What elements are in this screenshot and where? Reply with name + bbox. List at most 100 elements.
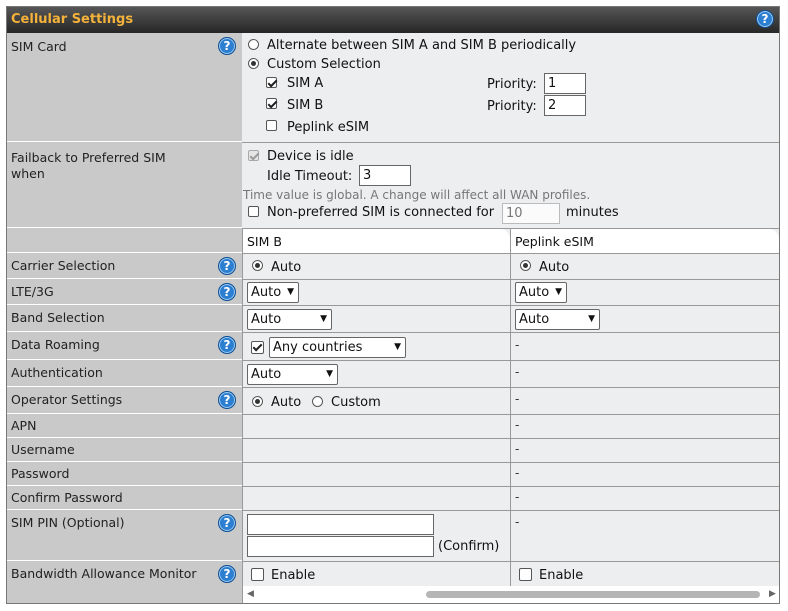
cellular-settings-panel: Cellular Settings ? SIM Card ? Failback … bbox=[6, 6, 780, 604]
sim-b-auth-select[interactable]: Auto ▼ bbox=[247, 364, 338, 385]
alternate-sim-label: Alternate between SIM A and SIM B period… bbox=[267, 38, 577, 53]
idle-timeout-input[interactable]: 3 bbox=[359, 165, 411, 186]
column-divider bbox=[242, 229, 243, 603]
esim-password-value: - bbox=[515, 466, 520, 480]
scroll-left-icon[interactable]: ◀ bbox=[247, 589, 254, 599]
divider bbox=[242, 360, 779, 361]
sim-b-pin-input[interactable] bbox=[247, 514, 434, 535]
label-header-spacer bbox=[7, 228, 242, 253]
sim-b-operator-auto-radio[interactable] bbox=[252, 396, 263, 407]
divider bbox=[242, 414, 779, 415]
label-band-selection: Band Selection bbox=[7, 305, 242, 332]
esim-bandwidth-label: Enable bbox=[539, 568, 584, 583]
chevron-down-icon: ▼ bbox=[588, 314, 595, 324]
help-icon[interactable]: ? bbox=[218, 391, 236, 409]
esim-auth-value: - bbox=[515, 365, 520, 379]
sim-b-band-select[interactable]: Auto ▼ bbox=[247, 309, 332, 330]
esim-band-select[interactable]: Auto ▼ bbox=[515, 309, 600, 330]
divider bbox=[242, 561, 779, 562]
esim-bandwidth-checkbox[interactable] bbox=[519, 568, 532, 581]
esim-checkbox[interactable] bbox=[266, 120, 277, 131]
label-apn: APN bbox=[7, 414, 242, 438]
sim-b-operator-auto-label: Auto bbox=[271, 395, 302, 410]
horizontal-scrollbar[interactable]: ◀ ▶ bbox=[243, 586, 779, 603]
help-icon[interactable]: ? bbox=[218, 37, 236, 55]
sim-b-operator-custom-radio[interactable] bbox=[312, 396, 323, 407]
section-title-bar: Cellular Settings ? bbox=[7, 7, 779, 33]
help-icon[interactable]: ? bbox=[218, 565, 236, 583]
help-icon[interactable]: ? bbox=[218, 283, 236, 301]
priority-b-label: Priority: bbox=[487, 99, 537, 114]
chevron-down-icon: ▼ bbox=[326, 369, 333, 379]
label-carrier-selection: Carrier Selection ? bbox=[7, 253, 242, 279]
sim-b-carrier-auto-label: Auto bbox=[271, 260, 302, 275]
label-lte-3g: LTE/3G ? bbox=[7, 279, 242, 305]
tab-peplink-esim[interactable]: Peplink eSIM bbox=[511, 229, 779, 253]
sim-b-bandwidth-label: Enable bbox=[271, 568, 316, 583]
priority-b-input[interactable]: 2 bbox=[544, 95, 586, 116]
sim-a-label: SIM A bbox=[287, 76, 324, 91]
label-sim-pin: SIM PIN (Optional) ? bbox=[7, 510, 242, 561]
chevron-down-icon: ▼ bbox=[320, 314, 327, 324]
help-icon[interactable]: ? bbox=[218, 336, 236, 354]
device-idle-checkbox bbox=[248, 150, 259, 161]
scrollbar-thumb[interactable] bbox=[426, 591, 760, 598]
esim-carrier-auto-label: Auto bbox=[539, 260, 570, 275]
label-sim-card: SIM Card ? bbox=[7, 33, 242, 142]
esim-operator-value: - bbox=[515, 392, 520, 406]
priority-a-label: Priority: bbox=[487, 77, 537, 92]
device-idle-label: Device is idle bbox=[267, 149, 354, 164]
help-icon[interactable]: ? bbox=[756, 10, 774, 28]
label-confirm-password: Confirm Password bbox=[7, 486, 242, 510]
custom-selection-radio[interactable] bbox=[248, 58, 259, 69]
divider bbox=[242, 462, 779, 463]
sim-b-operator-custom-label: Custom bbox=[331, 395, 381, 410]
esim-lte-select[interactable]: Auto ▼ bbox=[515, 282, 567, 303]
sim-b-bandwidth-checkbox[interactable] bbox=[251, 568, 264, 581]
divider bbox=[242, 253, 779, 254]
sim-b-lte-select[interactable]: Auto ▼ bbox=[247, 282, 299, 303]
esim-apn-value: - bbox=[515, 418, 520, 432]
esim-carrier-auto-radio[interactable] bbox=[520, 260, 531, 271]
scroll-right-icon[interactable]: ▶ bbox=[769, 589, 776, 599]
sim-b-label: SIM B bbox=[287, 98, 324, 113]
esim-confirm-password-value: - bbox=[515, 490, 520, 504]
divider bbox=[242, 486, 779, 487]
sim-b-carrier-auto-radio[interactable] bbox=[252, 260, 263, 271]
divider bbox=[242, 387, 779, 388]
sim-b-roaming-select[interactable]: Any countries ▼ bbox=[269, 337, 406, 358]
label-failback: Failback to Preferred SIM when bbox=[7, 142, 242, 228]
esim-roaming-value: - bbox=[515, 338, 520, 352]
esim-pin-value: - bbox=[515, 515, 520, 529]
global-note: Time value is global. A change will affe… bbox=[243, 188, 591, 202]
sim-b-pin-confirm-input[interactable] bbox=[247, 536, 434, 557]
sim-a-checkbox[interactable] bbox=[266, 77, 277, 88]
divider bbox=[242, 142, 779, 143]
help-icon[interactable]: ? bbox=[218, 257, 236, 275]
sim-b-checkbox[interactable] bbox=[266, 98, 277, 109]
divider bbox=[242, 279, 779, 280]
alternate-sim-radio[interactable] bbox=[248, 39, 259, 50]
non-preferred-checkbox[interactable] bbox=[248, 206, 259, 217]
divider bbox=[242, 438, 779, 439]
label-operator-settings: Operator Settings ? bbox=[7, 387, 242, 414]
chevron-down-icon: ▼ bbox=[394, 342, 401, 352]
minutes-label: minutes bbox=[566, 205, 619, 220]
chevron-down-icon: ▼ bbox=[287, 287, 294, 297]
tab-sim-b[interactable]: SIM B bbox=[243, 229, 510, 253]
label-data-roaming: Data Roaming ? bbox=[7, 332, 242, 360]
custom-selection-label: Custom Selection bbox=[267, 57, 381, 72]
non-preferred-minutes-input[interactable]: 10 bbox=[502, 203, 560, 224]
esim-username-value: - bbox=[515, 442, 520, 456]
section-title: Cellular Settings bbox=[11, 12, 134, 27]
esim-label: Peplink eSIM bbox=[287, 120, 370, 135]
divider bbox=[242, 510, 779, 511]
idle-timeout-label: Idle Timeout: bbox=[267, 169, 353, 184]
sim-b-roaming-checkbox[interactable] bbox=[251, 341, 264, 354]
label-password: Password bbox=[7, 462, 242, 486]
chevron-down-icon: ▼ bbox=[555, 287, 562, 297]
label-authentication: Authentication bbox=[7, 360, 242, 387]
help-icon[interactable]: ? bbox=[218, 514, 236, 532]
priority-a-input[interactable]: 1 bbox=[544, 73, 586, 94]
divider bbox=[242, 305, 779, 306]
